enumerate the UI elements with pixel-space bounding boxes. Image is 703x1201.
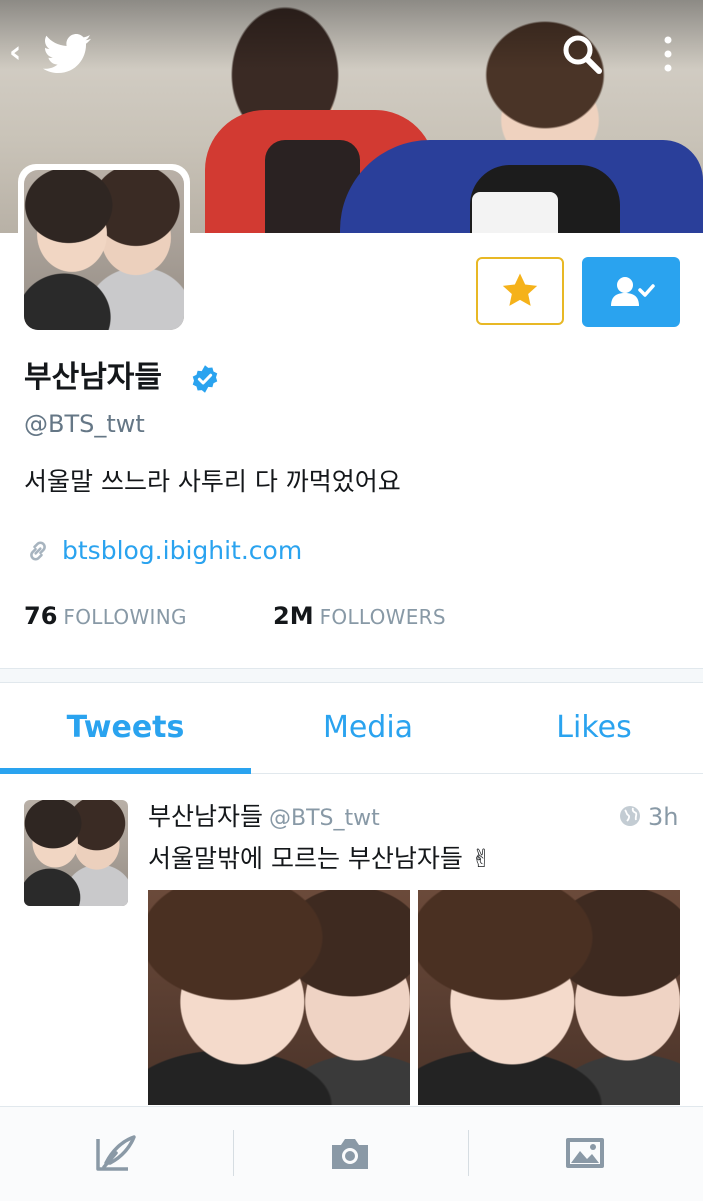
camera-icon[interactable] bbox=[328, 1133, 372, 1173]
link-icon bbox=[30, 541, 46, 561]
photo-gallery-icon[interactable] bbox=[563, 1133, 607, 1173]
following-label: FOLLOWING bbox=[63, 605, 187, 629]
search-icon[interactable] bbox=[560, 32, 604, 76]
tab-media[interactable]: Media bbox=[251, 706, 485, 750]
twitter-bird-icon bbox=[43, 34, 91, 73]
tweet-photo[interactable] bbox=[148, 890, 410, 1105]
more-vertical-icon[interactable] bbox=[656, 32, 680, 80]
following-stat[interactable]: 76 FOLLOWING bbox=[24, 600, 187, 635]
following-button[interactable] bbox=[582, 257, 680, 327]
followers-label: FOLLOWERS bbox=[319, 605, 446, 629]
tweet-photo[interactable] bbox=[418, 890, 680, 1105]
profile-handle: @BTS_twt bbox=[24, 410, 145, 438]
tab-likes[interactable]: Likes bbox=[485, 706, 703, 750]
star-icon bbox=[502, 273, 538, 306]
profile-bio: 서울말 쓰느라 사투리 다 까먹었어요 bbox=[24, 467, 401, 496]
profile-display-name: 부산남자들 bbox=[24, 360, 162, 395]
verified-badge-icon bbox=[192, 365, 218, 393]
tweet-timestamp: 3h bbox=[648, 803, 679, 831]
following-count: 76 bbox=[24, 602, 58, 630]
favorite-notifications-button[interactable] bbox=[476, 257, 564, 325]
tweet-text: 서울말밖에 모르는 부산남자들 ✌ bbox=[148, 844, 492, 873]
tweet-author-handle: @BTS_twt bbox=[269, 806, 380, 831]
user-following-icon bbox=[611, 277, 655, 306]
section-divider bbox=[0, 668, 703, 683]
compose-tweet-icon[interactable] bbox=[94, 1133, 138, 1173]
avatar[interactable] bbox=[24, 170, 184, 330]
tweet-avatar[interactable] bbox=[24, 800, 128, 906]
tweet-author[interactable]: 부산남자들 @BTS_twt bbox=[148, 800, 380, 836]
followers-stat[interactable]: 2M FOLLOWERS bbox=[273, 600, 446, 635]
back-chevron-icon[interactable]: ‹ bbox=[9, 36, 33, 70]
toolbar-separator bbox=[233, 1130, 234, 1176]
tweet-author-name: 부산남자들 bbox=[148, 802, 264, 831]
tab-tweets[interactable]: Tweets bbox=[0, 706, 251, 750]
active-tab-indicator bbox=[0, 768, 251, 774]
profile-website-link[interactable]: btsblog.ibighit.com bbox=[62, 534, 302, 568]
toolbar-separator bbox=[468, 1130, 469, 1176]
followers-count: 2M bbox=[273, 602, 314, 630]
globe-icon bbox=[620, 806, 640, 826]
